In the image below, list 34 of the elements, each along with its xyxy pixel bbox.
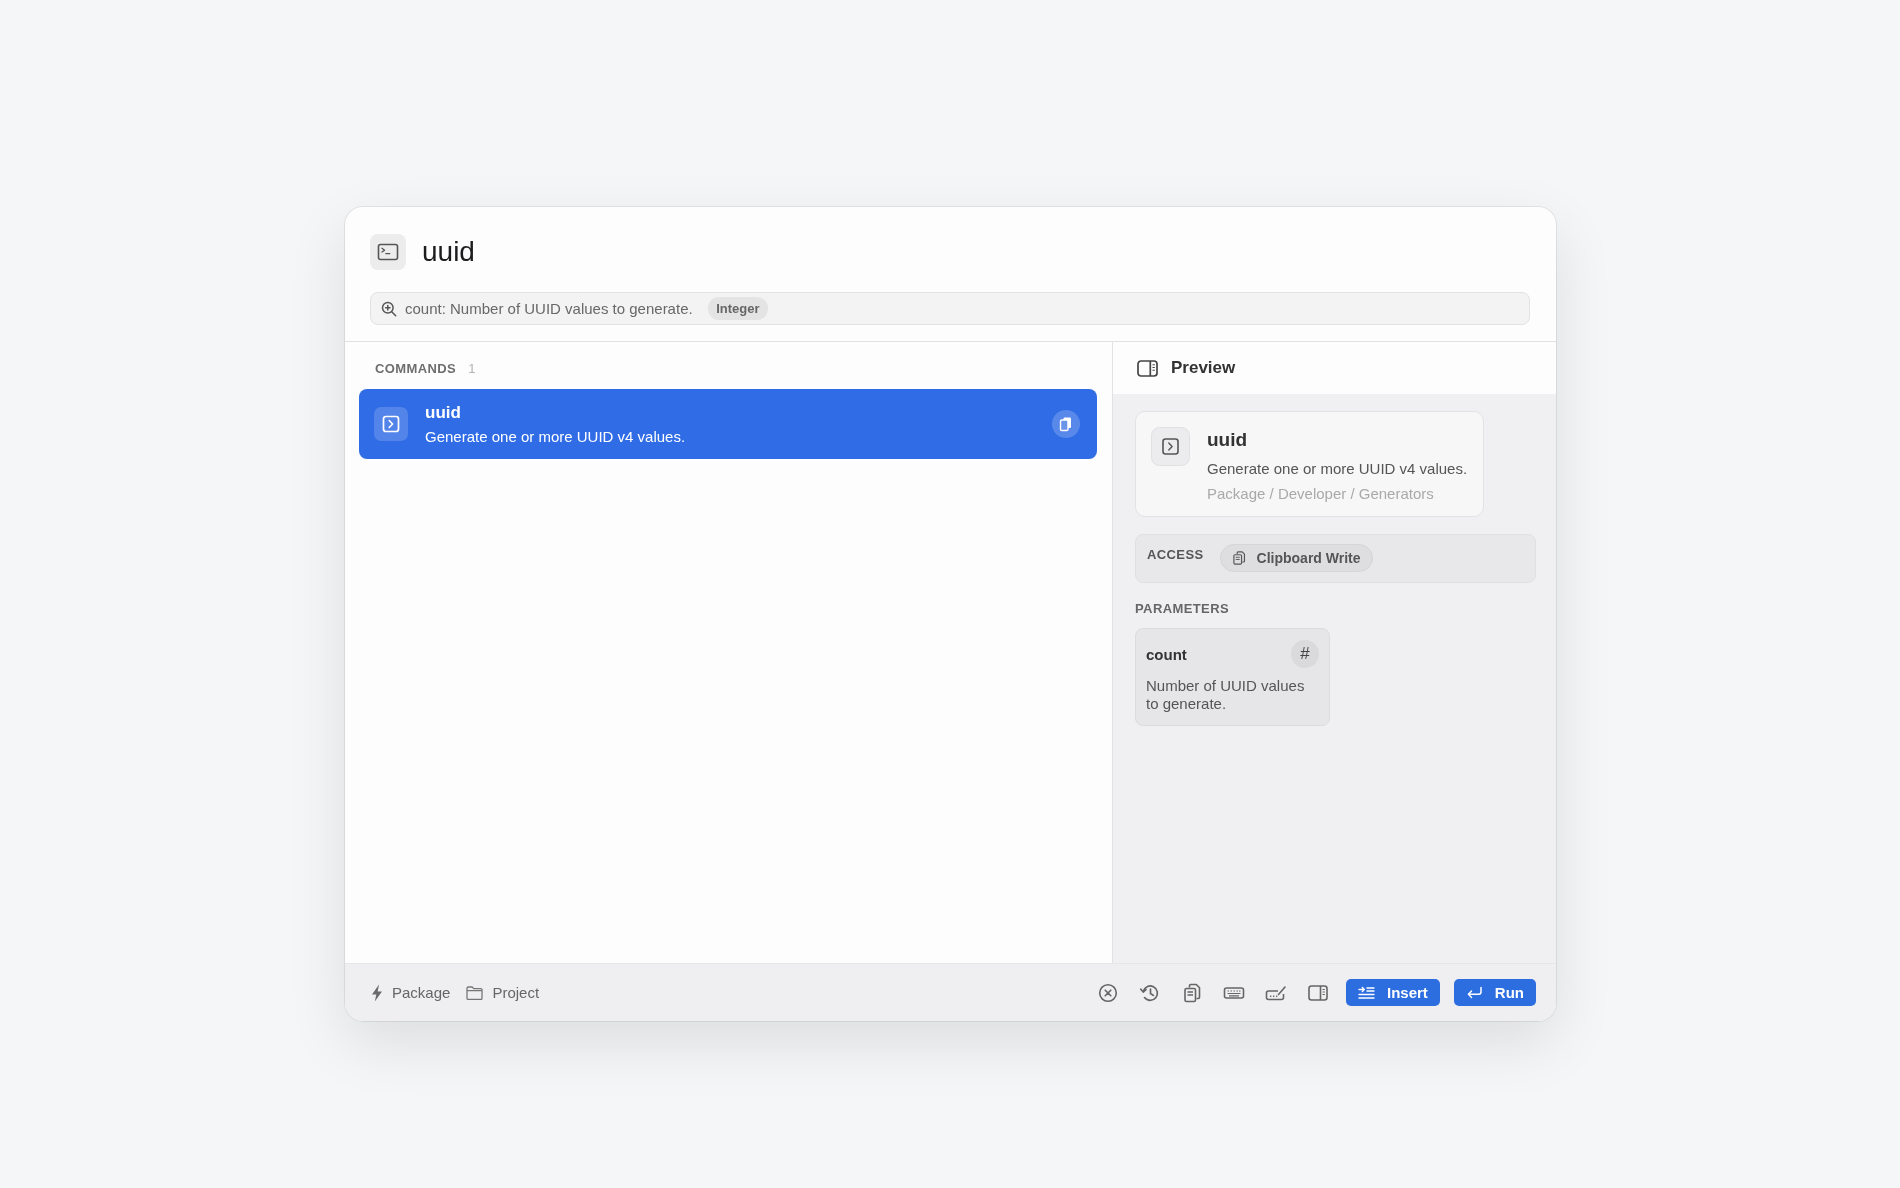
- insert-button[interactable]: Insert: [1345, 979, 1440, 1006]
- documents-icon: [1230, 550, 1247, 566]
- scope-label: Package: [392, 984, 451, 1001]
- return-icon: [1465, 985, 1483, 1000]
- section-heading: COMMANDS: [375, 361, 457, 376]
- parameter-description: Number of UUID values to generate.: [1146, 677, 1306, 713]
- command-title: uuid: [425, 403, 461, 423]
- card-title: uuid: [1207, 429, 1248, 451]
- run-button[interactable]: Run: [1453, 979, 1536, 1006]
- card-path: Package / Developer / Generators: [1207, 485, 1434, 502]
- query-text: uuid: [422, 236, 475, 268]
- chevron-square-icon: [374, 407, 408, 441]
- scope-label: Project: [492, 984, 540, 1001]
- documents-icon[interactable]: [1052, 410, 1080, 438]
- access-label: ACCESS: [1147, 547, 1204, 562]
- terminal-icon: [370, 234, 406, 270]
- insert-lines-icon: [1357, 985, 1375, 1000]
- parameters-heading: PARAMETERS: [1135, 601, 1230, 616]
- command-description: Generate one or more UUID v4 values.: [425, 428, 686, 445]
- card-description: Generate one or more UUID v4 values.: [1207, 460, 1468, 477]
- sidebar-icon: [1137, 359, 1158, 377]
- section-count: 1: [468, 361, 476, 376]
- folder-icon: [466, 985, 484, 1000]
- type-tag: Integer: [708, 297, 768, 320]
- hash-icon: #: [1291, 640, 1319, 668]
- preview-heading: Preview: [1171, 358, 1236, 378]
- permission-chip: Clipboard Write: [1219, 544, 1373, 572]
- parameter-name: count: [1146, 645, 1187, 663]
- close-circle-icon[interactable]: [1096, 981, 1119, 1004]
- chevron-square-icon: [1151, 427, 1190, 466]
- search-icon: [381, 300, 397, 317]
- command-item[interactable]: uuid Generate one or more UUID v4 values.: [359, 389, 1097, 459]
- bolt-icon: [371, 983, 383, 1002]
- argument-input[interactable]: count: Number of UUID values to generate.: [405, 300, 701, 317]
